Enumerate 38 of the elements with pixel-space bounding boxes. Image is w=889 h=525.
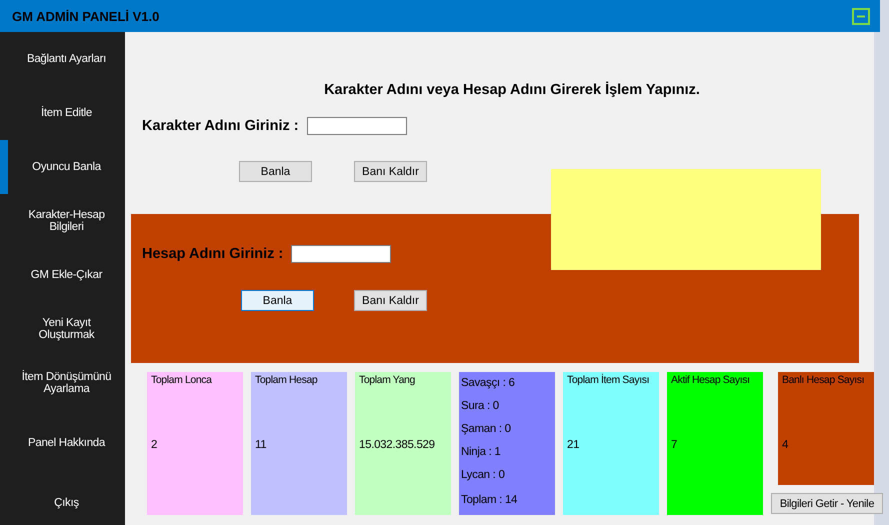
stat-value: 4 — [782, 439, 790, 451]
sidebar-item[interactable]: İtem Dönüşümünü Ayarlama — [0, 356, 125, 410]
heading: Karakter Adını veya Hesap Adını Girerek İşlem Yapınız. — [323, 82, 701, 98]
sidebar-item[interactable]: Yeni Kayıt Oluşturmak — [0, 302, 125, 356]
sidebar-item[interactable]: İtem Editle — [0, 86, 125, 140]
ban-button[interactable]: Banla — [239, 161, 312, 182]
unban-button[interactable]: Banı Kaldır — [354, 161, 427, 182]
stat-title: Toplam Lonca — [151, 373, 213, 387]
stat-title: Aktif Hesap Sayısı — [671, 373, 751, 387]
field-label: Karakter Adını Giriniz : — [142, 118, 299, 134]
refresh-button[interactable]: Bilgileri Getir - Yenile — [771, 493, 883, 514]
class-count: Savaşçı : 6 — [461, 376, 516, 390]
stat-title: Banlı Hesap Sayısı — [782, 373, 866, 387]
sidebar-item[interactable]: Bağlantı Ayarları — [0, 32, 125, 86]
sidebar-item[interactable]: Çıkış — [0, 476, 125, 525]
stat-value: 21 — [567, 439, 580, 451]
stat-title: Toplam Yang — [359, 373, 416, 387]
stat-title: Toplam İtem Sayısı — [567, 373, 650, 387]
minimize-icon[interactable] — [852, 8, 870, 24]
stat-value: 2 — [151, 439, 158, 451]
class-count: Şaman : 0 — [461, 422, 512, 436]
stat-value: 7 — [671, 439, 678, 451]
class-count: Sura : 0 — [461, 398, 500, 414]
window-title: GM ADMİN PANELİ V1.0 — [12, 8, 160, 24]
sidebar-item[interactable]: Panel Hakkında — [0, 410, 125, 476]
sidebar-item[interactable]: GM Ekle-Çıkar — [0, 248, 125, 302]
stat-title: Toplam Hesap — [255, 373, 318, 387]
stat-value: 11 — [255, 439, 268, 451]
unban-button[interactable]: Banı Kaldır — [354, 290, 427, 311]
total-count: Toplam : 14 — [461, 494, 518, 506]
class-count: Ninja : 1 — [461, 444, 502, 460]
sidebar-item[interactable]: Karakter-Hesap Bilgileri — [0, 194, 125, 248]
ban-button[interactable]: Banla — [241, 290, 314, 311]
class-count: Lycan : 0 — [461, 468, 506, 482]
input-field[interactable] — [306, 117, 407, 135]
input-field[interactable] — [291, 245, 392, 263]
field-label: Hesap Adını Giriniz : — [142, 246, 284, 262]
stat-value: 15.032.385.529 — [359, 439, 436, 451]
